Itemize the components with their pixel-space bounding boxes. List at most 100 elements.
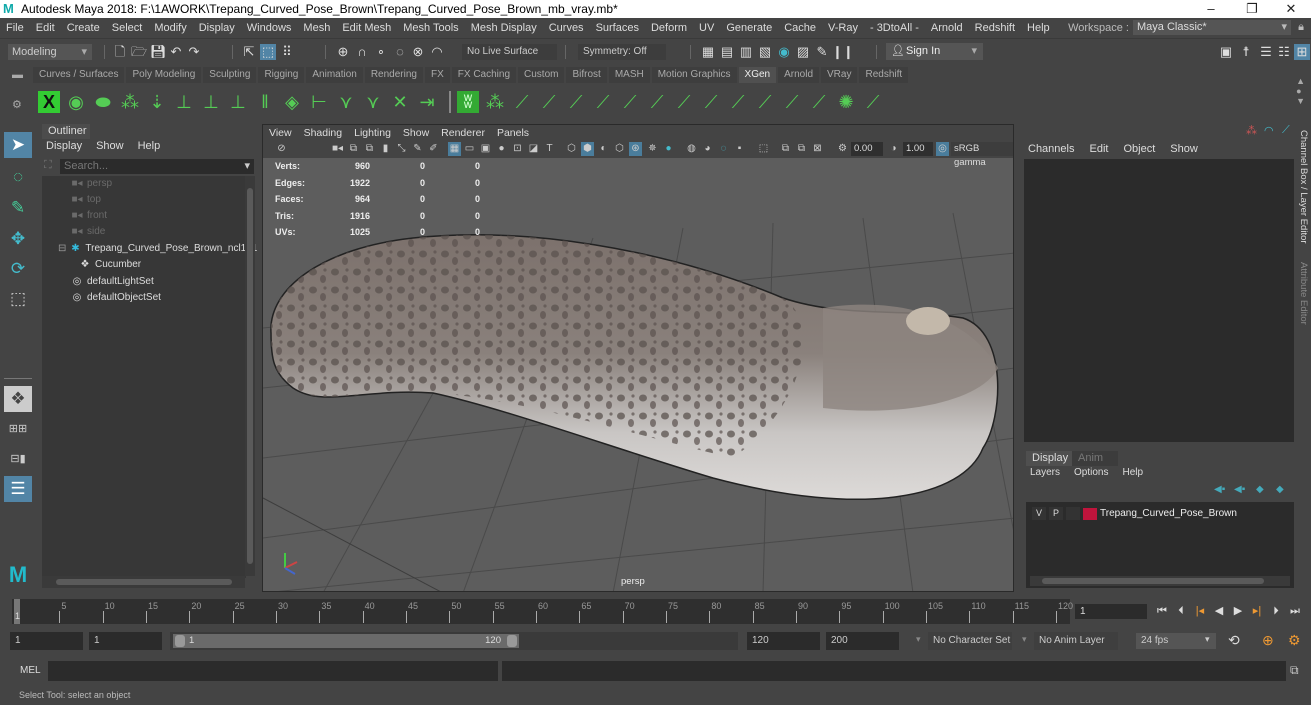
xgen-guide-icon[interactable]: ǁ <box>254 91 276 113</box>
outliner-menu-show[interactable]: Show <box>96 140 124 152</box>
move-tool-icon[interactable]: ✥ <box>4 226 32 252</box>
shelf-tab-vray[interactable]: VRay <box>821 67 858 83</box>
xgen-brush-14-icon[interactable]: ⟋ <box>862 91 884 113</box>
xgen-brush-2-icon[interactable]: ⟋ <box>538 91 560 113</box>
menu-generate[interactable]: Generate <box>720 22 778 34</box>
xgen-brush-3-icon[interactable]: ⟋ <box>565 91 587 113</box>
pause-viewport-icon[interactable]: ❙❙ <box>832 44 854 60</box>
viewport-menu-lighting[interactable]: Lighting <box>348 127 397 139</box>
channels-menu[interactable]: Channels <box>1028 143 1074 155</box>
channel-box-area[interactable] <box>1024 159 1294 442</box>
select-hierarchy-icon[interactable]: ⇱ <box>241 44 257 60</box>
single-pane-layout-icon[interactable]: ❖ <box>4 386 32 412</box>
xgen-create-description-icon[interactable]: ⁂ <box>119 91 141 113</box>
viewport-menu-renderer[interactable]: Renderer <box>435 127 491 139</box>
menu-vray[interactable]: V-Ray <box>822 22 864 34</box>
outliner-item-default-object-set[interactable]: ◎ defaultObjectSet <box>70 290 161 306</box>
workspace-dropdown[interactable]: Maya Classic* <box>1133 20 1291 35</box>
scroll-thumb[interactable] <box>56 579 232 585</box>
new-empty-layer-icon[interactable]: ◆ <box>1256 484 1264 495</box>
menu-cache[interactable]: Cache <box>778 22 822 34</box>
light-editor-icon[interactable]: ✎ <box>814 44 830 60</box>
scroll-thumb[interactable] <box>1042 578 1264 584</box>
xgen-layer-icon[interactable]: ◈ <box>281 91 303 113</box>
layer-horizontal-scrollbar[interactable] <box>1030 576 1290 586</box>
node-editor-icon[interactable]: ⁂ <box>1246 124 1257 137</box>
auto-key-icon[interactable]: ⊕ <box>1262 632 1274 649</box>
viewport-menu-view[interactable]: View <box>263 127 298 139</box>
two-pane-layout-icon[interactable]: ⊟▮ <box>4 446 32 472</box>
gamma-field[interactable]: 1.00 <box>903 142 933 156</box>
human-ik-icon[interactable]: ☨ <box>1238 44 1254 60</box>
xgen-lock-guide-icon[interactable]: ⊥ <box>227 91 249 113</box>
outliner-item-front[interactable]: ■◂ front <box>70 208 107 224</box>
shelf-tab-xgen[interactable]: XGen <box>738 67 777 83</box>
snap-grid-icon[interactable]: ⊕ <box>335 44 351 60</box>
pencil-icon[interactable]: ✐ <box>427 142 440 156</box>
xgen-rebuild-icon[interactable]: ⋎ <box>362 91 384 113</box>
paint-select-tool-icon[interactable]: ✎ <box>4 195 32 221</box>
isolate-select-icon[interactable]: ⬚ <box>757 142 770 156</box>
viewport-menu-shading[interactable]: Shading <box>298 127 349 139</box>
menu-surfaces[interactable]: Surfaces <box>590 22 645 34</box>
exposure-field[interactable]: 0.00 <box>851 142 883 156</box>
ipr-render-icon[interactable]: ▥ <box>738 44 754 60</box>
character-set-dropdown-icon[interactable]: ▾ <box>916 634 921 645</box>
playback-end-field[interactable]: 120 <box>747 632 820 650</box>
xgen-brush-9-icon[interactable]: ⟋ <box>727 91 749 113</box>
edit-menu[interactable]: Edit <box>1089 143 1108 155</box>
menu-redshift[interactable]: Redshift <box>969 22 1021 34</box>
select-component-icon[interactable]: ⠿ <box>279 44 295 60</box>
menu-display[interactable]: Display <box>193 22 241 34</box>
xgen-preview-icon[interactable]: ◉ <box>65 91 87 113</box>
select-object-icon[interactable]: ⬚ <box>260 44 276 60</box>
anim-layer-dropdown-icon[interactable]: ▾ <box>1022 634 1027 645</box>
layers-menu[interactable]: Layers <box>1030 467 1060 478</box>
save-scene-icon[interactable]: 💾︎ <box>150 44 167 60</box>
smooth-shade-icon[interactable]: ⬢ <box>581 142 594 156</box>
animation-preferences-icon[interactable]: ⚙︎ <box>1288 632 1301 649</box>
2d-pan-zoom-icon[interactable]: ⤡ <box>395 142 408 156</box>
edit-icon[interactable]: ⟋ <box>1282 124 1290 137</box>
range-slider-track[interactable]: 1 120 <box>170 632 738 650</box>
xgen-brush-7-icon[interactable]: ⟋ <box>673 91 695 113</box>
xgen-brush-4-icon[interactable]: ⟋ <box>592 91 614 113</box>
shelf-tab-fx-caching[interactable]: FX Caching <box>451 67 517 83</box>
xgen-export-icon[interactable]: ⇥ <box>416 91 438 113</box>
menu-file[interactable]: File <box>0 22 30 34</box>
shelf-tab-arnold[interactable]: Arnold <box>778 67 820 83</box>
menu-help[interactable]: Help <box>1021 22 1056 34</box>
hypershade-icon[interactable]: ◉ <box>776 44 792 60</box>
time-slider-track[interactable]: 1 5 10 15 20 25 30 35 40 45 50 55 60 65 70 75 80 85 90 95 1… <box>12 599 1073 624</box>
shelf-tab-motion-graphics[interactable]: Motion Graphics <box>651 67 737 83</box>
layer-tab-display[interactable]: Display <box>1026 451 1072 466</box>
outliner-item-trepang-group[interactable]: ⊟ ✱ Trepang_Curved_Pose_Brown_ncl1_1 <box>58 241 257 257</box>
outliner-item-cucumber[interactable]: ❖ Cucumber <box>78 257 142 273</box>
help-menu[interactable]: Help <box>1122 467 1143 478</box>
shelf-tab-rigging[interactable]: Rigging <box>258 67 305 83</box>
xgen-brush-11-icon[interactable]: ⟋ <box>781 91 803 113</box>
character-set-field[interactable]: No Character Set <box>928 632 1012 650</box>
command-language-label[interactable]: MEL <box>20 665 41 676</box>
range-slider-bar[interactable]: 1 120 <box>173 634 519 648</box>
bookmark-icon[interactable]: ▮ <box>379 142 392 156</box>
grease-pencil-icon[interactable]: ✎ <box>411 142 424 156</box>
menu-windows[interactable]: Windows <box>241 22 298 34</box>
rotate-tool-icon[interactable]: ⟳ <box>4 256 32 282</box>
four-pane-layout-icon[interactable]: ⊞⊞ <box>4 416 32 442</box>
go-to-start-icon[interactable]: ⏮ <box>1155 604 1169 619</box>
camera-attributes-icon[interactable]: ■◂ <box>331 142 344 156</box>
xgen-brush-13-icon[interactable]: ✺ <box>835 91 857 113</box>
view-transform-dropdown[interactable]: sRGB gamma <box>951 142 1013 168</box>
menu-arnold[interactable]: Arnold <box>925 22 969 34</box>
range-start-handle[interactable] <box>175 635 185 647</box>
step-back-key-icon[interactable]: |◂ <box>1193 604 1207 619</box>
range-end-handle[interactable] <box>507 635 517 647</box>
options-menu[interactable]: Options <box>1074 467 1108 478</box>
open-scene-icon[interactable]: 🗁︎ <box>131 44 147 60</box>
snap-live-icon[interactable]: ◠ <box>429 44 445 60</box>
xgen-brush-5-icon[interactable]: ⟋ <box>619 91 641 113</box>
xgen-brush-1-icon[interactable]: ⟋ <box>511 91 533 113</box>
minimize-button[interactable]: – <box>1191 0 1231 18</box>
outliner-layout-icon[interactable]: ☰ <box>4 476 32 502</box>
